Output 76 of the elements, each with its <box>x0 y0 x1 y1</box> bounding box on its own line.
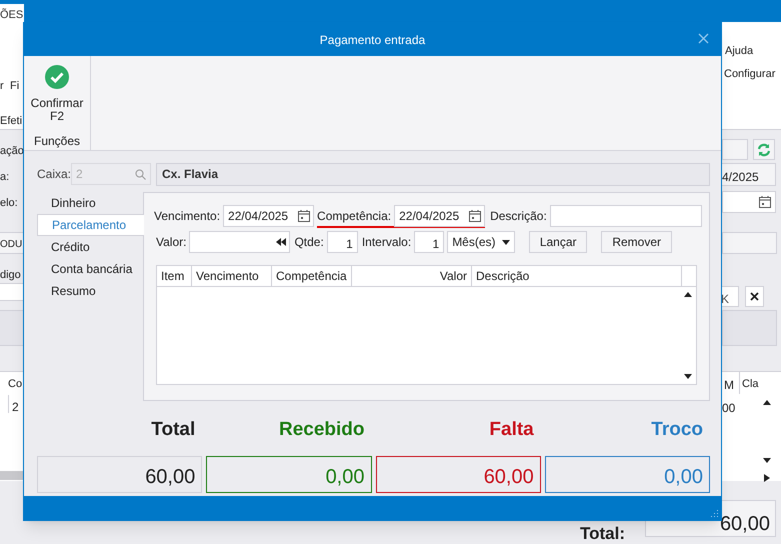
total-value: 60,00 <box>37 456 202 493</box>
total-label: Recebido <box>278 418 366 442</box>
ribbon-label: Ajuda <box>725 44 754 59</box>
field-label: Valor: <box>156 234 186 251</box>
date-field[interactable]: 22/04/2025 <box>223 205 314 227</box>
rewind-icon <box>276 238 286 246</box>
column-header[interactable]: Competência <box>272 266 352 286</box>
total-value: 60,00 <box>376 456 541 493</box>
nav-item[interactable]: Parcelamento <box>37 214 144 236</box>
add-button[interactable]: Lançar <box>529 231 588 253</box>
column-header: Co <box>8 377 22 392</box>
calendar-icon <box>298 210 310 222</box>
field-label: ação <box>0 144 24 159</box>
calendar-icon <box>469 210 482 222</box>
field-label: Intervalo: <box>362 234 412 251</box>
close-button[interactable] <box>745 286 764 307</box>
section-header: ODU <box>0 232 23 254</box>
field-label: a: <box>0 170 10 185</box>
nav-item[interactable]: Resumo <box>37 280 143 302</box>
group-label: Funções <box>34 133 80 150</box>
refresh-button[interactable] <box>753 139 775 160</box>
total-value: 0,00 <box>206 456 372 493</box>
scroll-down-icon[interactable] <box>763 458 771 463</box>
scroll-down-icon[interactable] <box>684 374 692 379</box>
field-label: Vencimento: <box>154 208 220 225</box>
close-icon <box>750 292 759 301</box>
table-cell-text: 00 <box>722 400 736 414</box>
field-label: elo: <box>0 196 18 211</box>
field-label: Descrição: <box>490 208 547 225</box>
ribbon-label: r <box>0 79 4 94</box>
field-label: digo <box>0 268 21 283</box>
unit-dropdown[interactable]: Mês(es) <box>447 231 516 253</box>
scroll-up-icon[interactable] <box>684 292 692 297</box>
remove-button[interactable]: Remover <box>601 231 672 253</box>
total-label: Total: <box>580 525 626 542</box>
field-label: Caixa: <box>37 166 71 183</box>
input-field[interactable]: 1 <box>326 231 358 253</box>
total-label: Total <box>150 418 196 442</box>
nav-item[interactable]: Crédito <box>37 236 143 258</box>
name-field: Cx. Flavia <box>156 162 710 186</box>
scroll-up-icon[interactable] <box>763 400 771 405</box>
total-value: 0,00 <box>544 456 710 493</box>
ribbon-tab[interactable]: ÕES <box>0 4 24 22</box>
column-header: Cla <box>739 372 759 394</box>
column-header[interactable]: Valor <box>352 266 472 286</box>
date-field[interactable]: 4/2025 <box>720 163 776 186</box>
caret-icon <box>502 240 510 244</box>
input-field[interactable] <box>189 231 290 253</box>
calendar-icon <box>759 196 771 208</box>
ribbon-label: Efeti <box>0 114 22 129</box>
ribbon-label: Configurar <box>724 67 776 82</box>
resize-grip-icon[interactable] <box>711 510 719 518</box>
column-header: M <box>723 377 735 394</box>
column-header[interactable]: Vencimento <box>192 266 272 286</box>
scroll-arrow-icon[interactable] <box>764 474 770 482</box>
total-label: Falta <box>488 418 535 442</box>
ribbon-label: Fi <box>10 79 20 94</box>
date-field[interactable]: 22/04/2025 <box>394 205 486 227</box>
window-title: Pagamento entrada <box>320 32 426 48</box>
column-header[interactable]: Descrição <box>472 266 682 286</box>
check-icon <box>45 65 69 89</box>
nav-item[interactable]: Conta bancária <box>37 258 143 280</box>
nav-item[interactable]: Dinheiro <box>37 192 143 214</box>
refresh-icon <box>757 142 771 156</box>
total-label: Troco <box>650 418 704 442</box>
search-icon <box>135 168 146 180</box>
confirm-button[interactable]: Confirmar F2 <box>30 56 84 123</box>
input-field[interactable]: 1 <box>414 231 444 253</box>
scrollbar[interactable] <box>0 471 23 480</box>
date-field[interactable] <box>722 191 776 213</box>
input-field[interactable] <box>550 205 702 227</box>
input-field[interactable] <box>0 283 24 301</box>
input-field[interactable] <box>722 139 748 160</box>
field-label: Qtde: <box>294 234 324 251</box>
column-header[interactable]: Item <box>157 266 192 286</box>
field-label: Competência: <box>317 208 392 225</box>
